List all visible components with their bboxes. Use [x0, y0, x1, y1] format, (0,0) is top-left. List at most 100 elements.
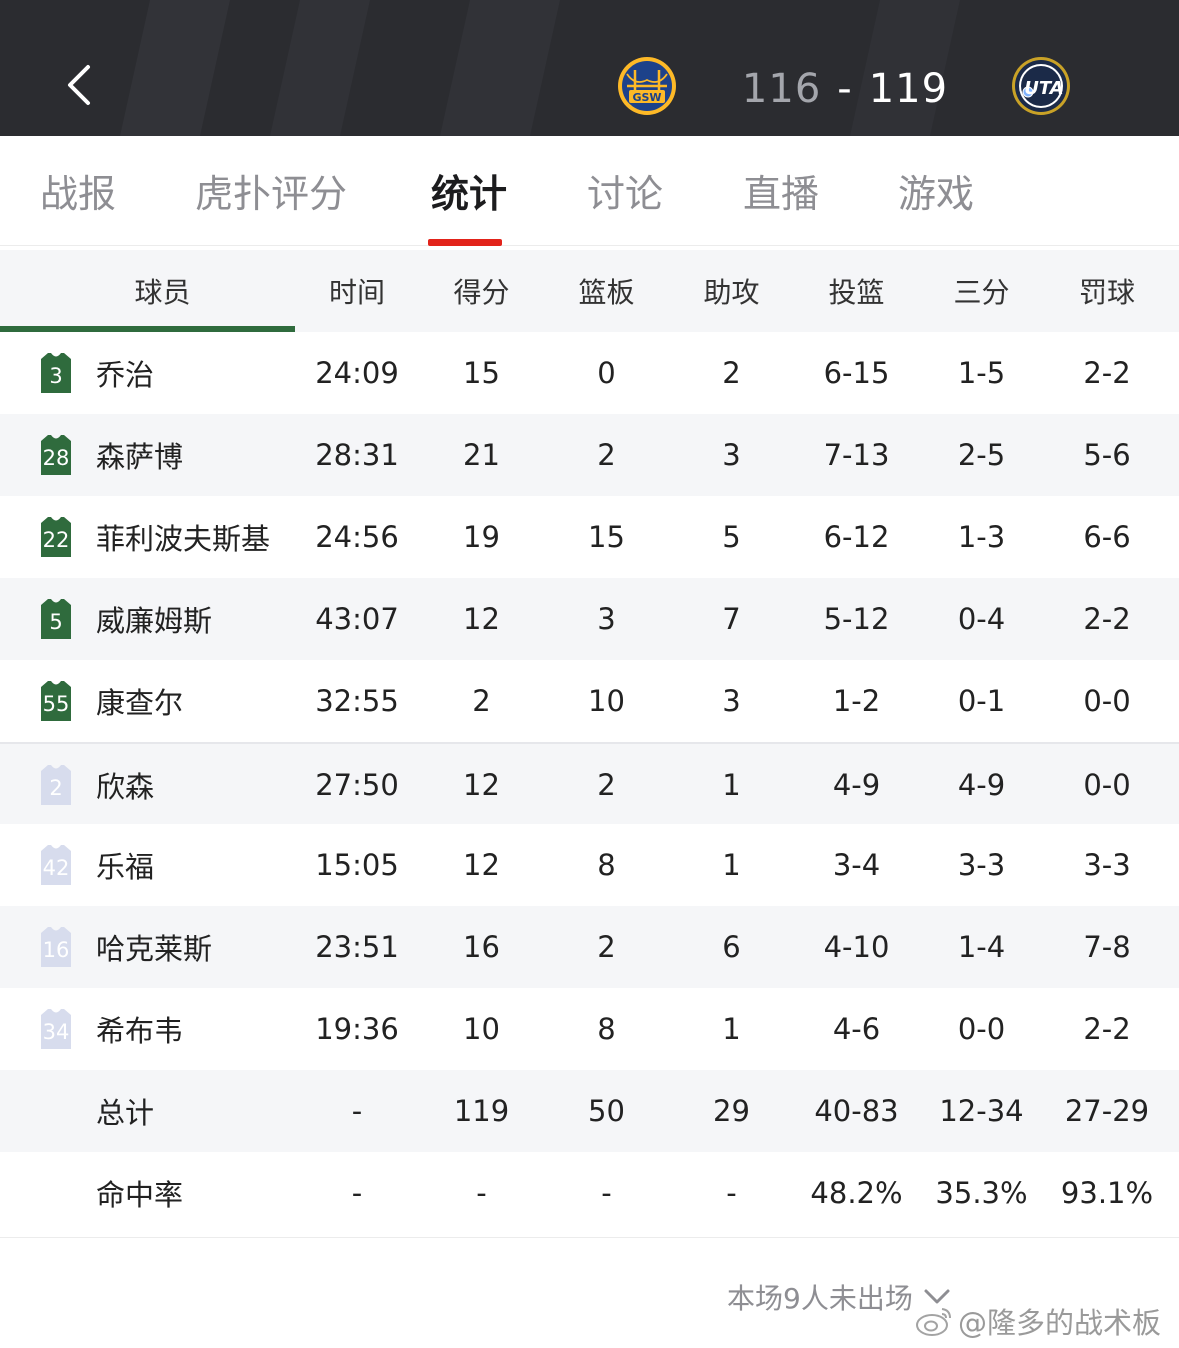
tab-live[interactable]: 直播 [743, 166, 819, 226]
chevron-left-icon [68, 65, 90, 105]
active-tab-indicator [428, 239, 502, 246]
player-name[interactable]: 菲利波夫斯基 [96, 496, 270, 578]
stat-ft: 0-0 [1083, 768, 1131, 802]
stat-ast: 1 [722, 848, 741, 882]
player-name[interactable]: 康查尔 [96, 660, 183, 742]
totals-pts: 119 [453, 1094, 510, 1128]
stat-reb: 0 [597, 356, 616, 390]
stat-reb: 8 [597, 848, 616, 882]
gsw-logo-icon: GSW [618, 57, 676, 115]
stat-tp: 4-9 [957, 768, 1006, 802]
stat-pts: 21 [463, 438, 500, 472]
uta-team-logo[interactable]: UTA [1011, 56, 1071, 116]
table-row[interactable]: 16 哈克莱斯 23:51 16 2 6 4-10 1-4 7-8 [0, 906, 1179, 988]
stat-fg: 4-6 [832, 1012, 881, 1046]
stat-pts: 15 [463, 356, 500, 390]
player-cell[interactable]: 5 威廉姆斯 [0, 578, 295, 660]
home-score: 116 [741, 66, 822, 112]
player-name[interactable]: 哈克莱斯 [96, 906, 212, 988]
stat-ft: 3-3 [1083, 848, 1131, 882]
table-row[interactable]: 28 森萨博 28:31 21 2 3 7-13 2-5 5-6 [0, 414, 1179, 496]
player-name[interactable]: 威廉姆斯 [96, 578, 212, 660]
back-button[interactable] [54, 52, 104, 118]
jersey-number: 28 [42, 446, 70, 470]
column-header-ast: 助攻 [703, 276, 760, 309]
player-cell[interactable]: 3 乔治 [0, 332, 295, 414]
pct-ast: - [726, 1176, 737, 1210]
stat-ast: 3 [722, 438, 741, 472]
section-tabs: 战报 虎扑评分 统计 讨论 直播 游戏 [0, 136, 1179, 246]
stat-tp: 1-3 [957, 520, 1006, 554]
player-cell[interactable]: 2 欣森 [0, 744, 295, 826]
player-name[interactable]: 森萨博 [96, 414, 183, 496]
stat-ft: 5-6 [1083, 438, 1131, 472]
game-header: GSW 116 - 119 UTA [0, 0, 1179, 136]
stat-pts: 10 [463, 1012, 500, 1046]
stat-ast: 3 [722, 684, 741, 718]
table-row[interactable]: 3 乔治 24:09 15 0 2 6-15 1-5 2-2 [0, 332, 1179, 414]
stat-tp: 0-4 [957, 602, 1006, 636]
stat-min: 24:09 [315, 356, 399, 390]
player-name[interactable]: 希布韦 [96, 988, 183, 1070]
player-cell[interactable]: 28 森萨博 [0, 414, 295, 496]
player-cell[interactable]: 34 希布韦 [0, 988, 295, 1070]
totals-reb: 50 [588, 1094, 625, 1128]
pct-ft: 93.1% [1060, 1176, 1154, 1210]
tab-hupu-rating[interactable]: 虎扑评分 [195, 166, 347, 226]
table-row[interactable]: 34 希布韦 19:36 10 8 1 4-6 0-0 2-2 [0, 988, 1179, 1070]
player-name[interactable]: 欣森 [96, 744, 154, 826]
stat-pts: 16 [463, 930, 500, 964]
watermark-text: @隆多的战术板 [958, 1306, 1162, 1340]
player-name[interactable]: 乐福 [96, 824, 154, 906]
stat-fg: 6-12 [823, 520, 890, 554]
table-row[interactable]: 22 菲利波夫斯基 24:56 19 15 5 6-12 1-3 6-6 [0, 496, 1179, 578]
stat-reb: 10 [588, 684, 625, 718]
jersey-number: 55 [42, 692, 70, 716]
tab-game[interactable]: 游戏 [898, 166, 974, 226]
tab-game-report[interactable]: 战报 [40, 166, 116, 226]
column-header-player[interactable]: 球员 [0, 250, 295, 332]
table-row[interactable]: 2 欣森 27:50 12 2 1 4-9 4-9 0-0 [0, 742, 1179, 824]
totals-ast: 29 [713, 1094, 750, 1128]
tab-stats[interactable]: 统计 [431, 166, 507, 226]
stat-pts: 12 [463, 768, 500, 802]
jersey-number: 5 [49, 610, 63, 634]
stat-ast: 6 [722, 930, 741, 964]
stat-min: 32:55 [315, 684, 399, 718]
pct-min: - [351, 1176, 363, 1210]
table-row[interactable]: 55 康查尔 32:55 2 10 3 1-2 0-1 0-0 [0, 660, 1179, 742]
player-cell[interactable]: 22 菲利波夫斯基 [0, 496, 295, 578]
table-header-row: 球员 时间 得分 篮板 助攻 投篮 三分 罚球 [0, 250, 1179, 332]
player-cell[interactable]: 16 哈克莱斯 [0, 906, 295, 988]
stat-fg: 4-9 [832, 768, 881, 802]
stat-reb: 3 [597, 602, 616, 636]
box-score-table: 球员 时间 得分 篮板 助攻 投篮 三分 罚球 3 乔治 24:09 15 0 2 6-15… [0, 250, 1179, 1234]
tab-discussion[interactable]: 讨论 [587, 166, 663, 226]
stat-ft: 2-2 [1083, 602, 1131, 636]
stat-pts: 12 [463, 848, 500, 882]
jersey-number: 22 [42, 528, 70, 552]
pct-reb: - [601, 1176, 612, 1210]
stat-fg: 5-12 [823, 602, 890, 636]
stat-min: 19:36 [315, 1012, 399, 1046]
dnp-text: 本场9人未出场 [727, 1282, 913, 1315]
stat-tp: 0-1 [957, 684, 1006, 718]
totals-tp: 12-34 [939, 1094, 1024, 1128]
stat-fg: 1-2 [832, 684, 881, 718]
player-cell[interactable]: 42 乐福 [0, 824, 295, 906]
totals-ft: 27-29 [1064, 1094, 1150, 1128]
away-score: 119 [868, 66, 949, 112]
stat-ast: 5 [722, 520, 741, 554]
table-row[interactable]: 5 威廉姆斯 43:07 12 3 7 5-12 0-4 2-2 [0, 578, 1179, 660]
stat-min: 24:56 [315, 520, 399, 554]
stat-min: 27:50 [315, 768, 399, 802]
stat-reb: 2 [597, 930, 616, 964]
player-cell[interactable]: 55 康查尔 [0, 660, 295, 742]
gsw-team-logo[interactable]: GSW [617, 56, 677, 116]
score-separator: - [837, 66, 853, 112]
stat-ft: 7-8 [1083, 930, 1131, 964]
table-row[interactable]: 42 乐福 15:05 12 8 1 3-4 3-3 3-3 [0, 824, 1179, 906]
player-name[interactable]: 乔治 [96, 332, 154, 414]
stat-ast: 1 [722, 1012, 741, 1046]
stat-fg: 4-10 [823, 930, 890, 964]
